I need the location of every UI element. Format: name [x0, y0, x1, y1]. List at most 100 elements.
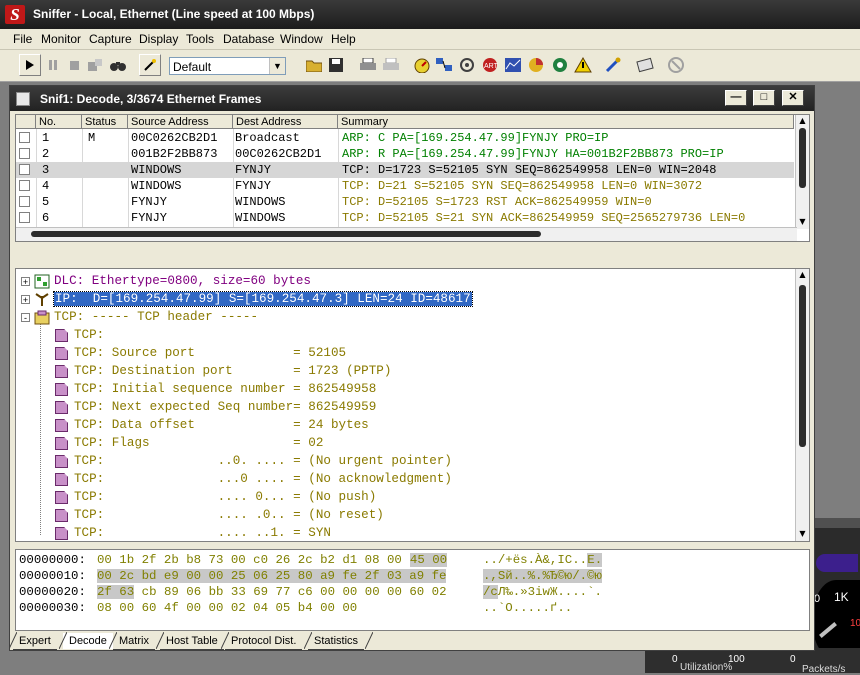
menu-display[interactable]: Display [139, 32, 178, 46]
tree-node[interactable]: TCP: Destination port = 1723 (PPTP) [16, 363, 791, 381]
tree-node[interactable]: TCP: ...0 .... = (No acknowledgment) [16, 471, 791, 489]
decode-vscroll[interactable]: ▲ ▼ [795, 269, 809, 541]
scroll-down-icon[interactable]: ▼ [796, 216, 809, 228]
filter-wand-icon[interactable] [139, 54, 161, 76]
protocol-dist-icon[interactable] [525, 54, 547, 76]
column-summary[interactable]: Summary [338, 115, 794, 129]
menu-help[interactable]: Help [331, 32, 356, 46]
open-folder-icon[interactable] [303, 54, 325, 76]
tab-protocol-dist[interactable]: Protocol Dist. [225, 633, 303, 650]
tab-statistics[interactable]: Statistics [308, 633, 365, 650]
expand-icon[interactable]: + [21, 277, 30, 287]
print-preview-icon[interactable] [380, 54, 402, 76]
global-stats-icon[interactable] [549, 54, 571, 76]
field-icon [55, 473, 68, 486]
menu-tools[interactable]: Tools [186, 32, 214, 46]
table-row[interactable]: 6 FYNJY WINDOWS TCP: D=52105 S=21 SYN ACK=8… [16, 210, 794, 226]
decode-window-titlebar[interactable]: Snif1: Decode, 3/3674 Ethernet Frames — … [10, 86, 814, 111]
scroll-thumb[interactable] [799, 285, 806, 447]
packet-list-vscroll[interactable]: ▲ ▼ [795, 115, 809, 229]
column-checkbox[interactable] [16, 115, 36, 129]
expand-icon[interactable]: + [21, 295, 30, 305]
column-status[interactable]: Status [82, 115, 128, 129]
row-checkbox[interactable] [19, 212, 30, 223]
hex-row[interactable]: 00000020: 2f 63 cb 89 06 bb 33 69 77 c6 0… [19, 585, 799, 601]
tab-matrix[interactable]: Matrix [113, 633, 155, 650]
matrix-icon[interactable] [433, 54, 455, 76]
hex-bytes-selected: 45 00 [409, 553, 448, 567]
packet-list-hscroll[interactable] [16, 227, 797, 241]
tab-decode[interactable]: Decode [63, 633, 113, 649]
tree-node[interactable]: TCP: [16, 327, 791, 345]
stop-icon[interactable] [63, 54, 85, 76]
tree-node[interactable]: TCP: .... .0.. = (No reset) [16, 507, 791, 525]
print-icon[interactable] [357, 54, 379, 76]
history-icon[interactable] [502, 54, 524, 76]
tab-expert[interactable]: Expert [13, 633, 57, 650]
row-checkbox[interactable] [19, 164, 30, 175]
column-source-address[interactable]: Source Address [128, 115, 233, 129]
collapse-icon[interactable]: - [21, 313, 30, 323]
tree-node[interactable]: TCP: Next expected Seq number= 862549959 [16, 399, 791, 417]
table-row[interactable]: 4 WINDOWS FYNJY TCP: D=21 S=52105 SYN SEQ=8… [16, 178, 794, 194]
table-row[interactable]: 3 WINDOWS FYNJY TCP: D=1723 S=52105 SYN SEQ… [16, 162, 794, 178]
minimize-button[interactable]: — [725, 90, 747, 106]
define-filter-icon[interactable] [634, 54, 656, 76]
tree-node[interactable]: TCP: Data offset = 24 bytes [16, 417, 791, 435]
tab-host-table[interactable]: Host Table [160, 633, 224, 650]
tree-node[interactable]: TCP: .... ..1. = SYN [16, 525, 791, 541]
tree-node[interactable]: + IP: D=[169.254.47.99] S=[169.254.47.3] … [16, 291, 791, 309]
table-row[interactable]: 1 M 00C0262CB2D1 Broadcast ARP: C PA=[169.25… [16, 130, 794, 146]
select-filter-icon[interactable] [665, 54, 687, 76]
scroll-thumb[interactable] [799, 128, 806, 188]
table-row[interactable]: 2 001B2F2BB873 00C0262CB2D1 ARP: R PA=[169.… [16, 146, 794, 162]
address-book-icon[interactable] [603, 54, 625, 76]
tree-node[interactable]: TCP: ..0. .... = (No urgent pointer) [16, 453, 791, 471]
pause-icon[interactable] [42, 54, 64, 76]
column-dest-address[interactable]: Dest Address [233, 115, 338, 129]
column-no[interactable]: No. [36, 115, 82, 129]
tree-node[interactable]: TCP: Initial sequence number = 862549958 [16, 381, 791, 399]
scroll-down-icon[interactable]: ▼ [796, 528, 809, 540]
cell-no: 3 [42, 163, 50, 177]
cell-dst: WINDOWS [235, 211, 286, 225]
tree-node[interactable]: TCP: Flags = 02 [16, 435, 791, 453]
tree-node[interactable]: - TCP: ----- TCP header ----- [16, 309, 791, 327]
close-button[interactable]: ✕ [782, 90, 804, 106]
stop-display-icon[interactable] [84, 54, 106, 76]
menu-window[interactable]: Window [280, 32, 323, 46]
hex-row[interactable]: 00000010: 00 2c bd e9 00 00 25 06 25 80 a… [19, 569, 799, 585]
tree-node[interactable]: TCP: .... 0... = (No push) [16, 489, 791, 507]
restore-button[interactable]: □ [753, 90, 775, 106]
window-icon[interactable] [16, 92, 30, 106]
profile-dropdown[interactable]: Default ▼ [169, 57, 286, 75]
tree-node[interactable]: TCP: Source port = 52105 [16, 345, 791, 363]
dashboard-icon[interactable] [411, 54, 433, 76]
menu-database[interactable]: Database [223, 32, 274, 46]
ascii-text: ..`O.....ґ.. [483, 601, 573, 615]
hscroll-thumb[interactable] [31, 231, 541, 237]
host-table-icon[interactable] [456, 54, 478, 76]
table-row[interactable]: 5 FYNJY WINDOWS TCP: D=52105 S=1723 RST ACK… [16, 194, 794, 210]
tree-node[interactable]: + DLC: Ethertype=0800, size=60 bytes [16, 273, 791, 291]
hex-row[interactable]: 00000000: 00 1b 2f 2b b8 73 00 c0 26 2c b… [19, 553, 799, 569]
row-checkbox[interactable] [19, 132, 30, 143]
hex-row[interactable]: 00000030: 08 00 60 4f 00 00 02 04 05 b4 0… [19, 601, 799, 617]
art-icon[interactable]: ART [479, 54, 501, 76]
menu-capture[interactable]: Capture [89, 32, 132, 46]
chevron-down-icon[interactable]: ▼ [269, 58, 285, 74]
row-checkbox[interactable] [19, 180, 30, 191]
scroll-up-icon[interactable]: ▲ [796, 115, 809, 127]
row-checkbox[interactable] [19, 148, 30, 159]
tab-separator [155, 631, 165, 650]
play-icon[interactable] [19, 54, 41, 76]
ascii-selected: /c [483, 585, 498, 599]
row-checkbox[interactable] [19, 196, 30, 207]
save-disk-icon[interactable] [325, 54, 347, 76]
menu-file[interactable]: File [13, 32, 32, 46]
menu-monitor[interactable]: Monitor [41, 32, 81, 46]
background-gauge-bar [816, 554, 858, 572]
alarm-icon[interactable] [572, 54, 594, 76]
binoculars-icon[interactable] [107, 54, 129, 76]
scroll-up-icon[interactable]: ▲ [796, 269, 809, 281]
